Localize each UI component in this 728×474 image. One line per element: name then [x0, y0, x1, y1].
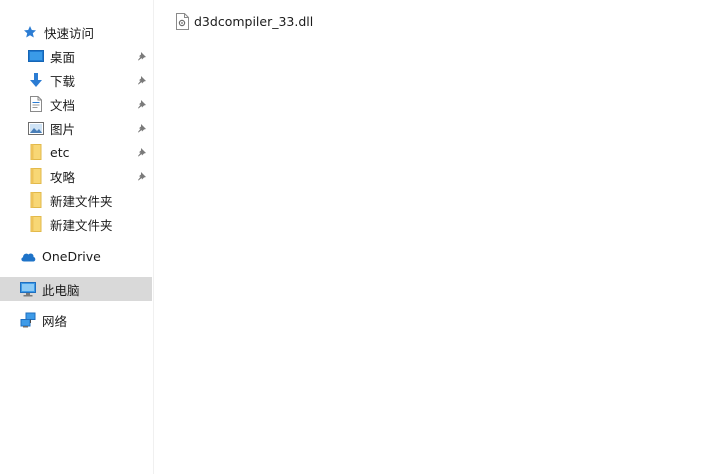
computer-icon — [20, 281, 36, 297]
sidebar-item-onedrive[interactable]: OneDrive — [0, 244, 152, 268]
sidebar-item-label: 新建文件夹 — [50, 193, 113, 209]
folder-icon — [28, 168, 44, 184]
sidebar-item-label: 下载 — [50, 73, 76, 89]
sidebar-item-label: 快速访问 — [44, 25, 95, 41]
pin-icon[interactable] — [136, 50, 148, 62]
pin-icon[interactable] — [136, 170, 148, 182]
download-icon — [28, 72, 44, 88]
sidebar-item-quick-access[interactable]: 快速访问 — [0, 20, 152, 44]
file-item[interactable]: d3dcompiler_33.dll — [174, 10, 313, 32]
pin-icon[interactable] — [136, 74, 148, 86]
dll-file-icon — [174, 12, 190, 30]
star-icon — [22, 24, 38, 40]
sidebar-item-new-folder[interactable]: 新建文件夹 — [0, 188, 152, 212]
network-icon — [20, 312, 36, 328]
cloud-icon — [20, 248, 36, 264]
sidebar-item-guide[interactable]: 攻略 — [0, 164, 152, 188]
sidebar-item-label: 桌面 — [50, 49, 76, 65]
folder-icon — [28, 144, 44, 160]
sidebar-item-label: 此电脑 — [42, 282, 80, 298]
pictures-icon — [28, 120, 44, 136]
sidebar-item-label: 新建文件夹 — [50, 217, 113, 233]
sidebar-item-label: etc — [50, 144, 70, 160]
pin-icon[interactable] — [136, 122, 148, 134]
navigation-pane: 快速访问 桌面 下载 文档 图片 etc 攻略 新建文件夹 新建文件夹 OneD… — [0, 0, 152, 474]
folder-icon — [28, 192, 44, 208]
sidebar-item-label: 图片 — [50, 121, 76, 137]
folder-icon — [28, 216, 44, 232]
document-icon — [28, 96, 44, 112]
pin-icon[interactable] — [136, 98, 148, 110]
file-name: d3dcompiler_33.dll — [194, 13, 314, 29]
sidebar-item-this-pc[interactable]: 此电脑 — [0, 277, 152, 301]
sidebar-item-etc[interactable]: etc — [0, 140, 152, 164]
sidebar-item-downloads[interactable]: 下载 — [0, 68, 152, 92]
file-list-pane: d3dcompiler_33.dll — [154, 0, 728, 474]
desktop-icon — [28, 48, 44, 64]
sidebar-item-label: 攻略 — [50, 169, 76, 185]
sidebar-item-desktop[interactable]: 桌面 — [0, 44, 152, 68]
sidebar-item-documents[interactable]: 文档 — [0, 92, 152, 116]
sidebar-item-label: 文档 — [50, 97, 76, 113]
sidebar-item-network[interactable]: 网络 — [0, 308, 152, 332]
sidebar-item-new-folder-2[interactable]: 新建文件夹 — [0, 212, 152, 236]
sidebar-item-pictures[interactable]: 图片 — [0, 116, 152, 140]
sidebar-item-label: 网络 — [42, 313, 68, 329]
pin-icon[interactable] — [136, 146, 148, 158]
sidebar-item-label: OneDrive — [42, 248, 101, 264]
